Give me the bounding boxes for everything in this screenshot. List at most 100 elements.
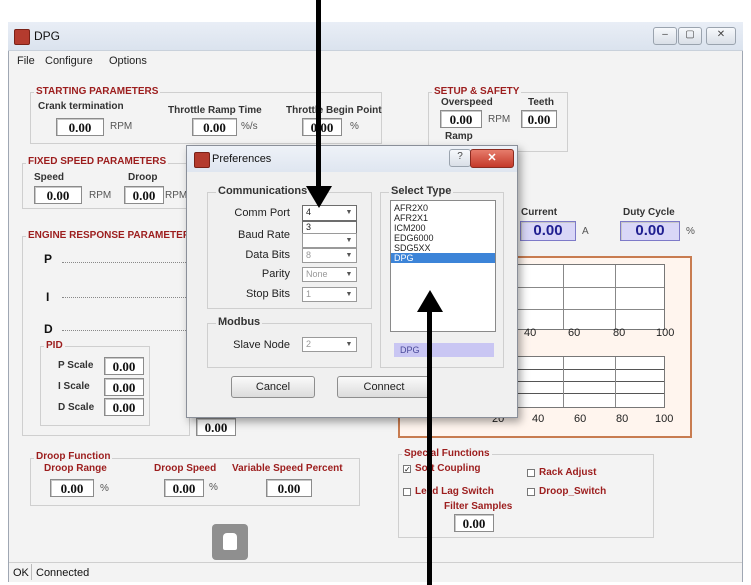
p-slider[interactable]: [62, 262, 188, 265]
i-scale-label: I Scale: [58, 381, 90, 392]
stop-bits-label: Stop Bits: [245, 288, 290, 300]
menu-options[interactable]: Options: [103, 51, 153, 71]
maximize-button[interactable]: ▢: [678, 27, 702, 45]
lower-tick: 60: [574, 413, 587, 425]
throttle-ramp-field[interactable]: 0.00: [192, 118, 237, 136]
droop-speed-unit: %: [209, 482, 218, 493]
soft-coupling-label: Soft Coupling: [415, 463, 481, 474]
fixed-speed-title: FIXED SPEED PARAMETERS: [26, 156, 169, 167]
crank-unit: RPM: [110, 121, 133, 132]
menu-file[interactable]: File: [11, 51, 41, 71]
upper-chart-grid: [510, 264, 665, 330]
status-ok: OK: [13, 567, 29, 579]
soft-coupling-checkbox[interactable]: ✓: [403, 465, 411, 474]
rack-adjust-label: Rack Adjust: [539, 467, 597, 478]
droop-field[interactable]: 0.00: [124, 186, 164, 204]
teeth-field[interactable]: 0.00: [521, 110, 557, 128]
speed-unit: RPM: [89, 190, 112, 201]
i-label: I: [46, 290, 50, 304]
d-slider[interactable]: [62, 330, 188, 333]
help-icon[interactable]: ?: [449, 149, 471, 167]
window-title: DPG: [34, 29, 61, 43]
preferences-close-button[interactable]: ✕: [470, 149, 514, 168]
list-item[interactable]: AFR2X0: [391, 203, 495, 213]
lead-lag-checkbox[interactable]: [403, 488, 411, 496]
stop-bits-select[interactable]: 1 ▼: [302, 287, 357, 302]
list-item[interactable]: ICM200: [391, 223, 495, 233]
i-slider[interactable]: [62, 297, 188, 300]
overspeed-field[interactable]: 0.00: [440, 110, 482, 128]
droop-range-unit: %: [100, 483, 109, 494]
variable-speed-field[interactable]: 0.00: [266, 479, 312, 497]
crank-termination-field[interactable]: 0.00: [56, 118, 104, 136]
status-text: Connected: [36, 567, 90, 579]
crank-termination-label: Crank termination: [38, 101, 124, 112]
slave-node-value: 2: [306, 339, 312, 349]
menu-configure[interactable]: Configure: [39, 51, 99, 71]
slave-node-select[interactable]: 2 ▼: [302, 337, 357, 352]
droop-switch-label: Droop_Switch: [539, 486, 607, 497]
extra-value-field[interactable]: 0.00: [196, 418, 236, 436]
parity-label: Parity: [261, 268, 290, 280]
engine-response-title: ENGINE RESPONSE PARAMETERS: [26, 230, 199, 241]
special-functions-title: Special Functions: [402, 448, 492, 459]
list-item[interactable]: SDG5XX: [391, 243, 495, 253]
overspeed-label: Overspeed: [441, 97, 493, 108]
current-unit: A: [582, 226, 589, 237]
upper-tick: 40: [524, 327, 537, 339]
duty-cycle-unit: %: [686, 226, 695, 237]
throttle-begin-field[interactable]: 0.00: [302, 118, 342, 136]
title-bar: DPG – ▢ ✕: [8, 22, 743, 51]
droop-speed-field[interactable]: 0.00: [164, 479, 204, 497]
overspeed-unit: RPM: [488, 114, 511, 125]
d-scale-field[interactable]: 0.00: [104, 398, 144, 416]
lower-chart-grid: [510, 356, 665, 408]
rack-adjust-checkbox[interactable]: [527, 469, 535, 477]
droop-speed-label: Droop Speed: [154, 463, 217, 474]
arrow-up-icon: [417, 290, 443, 312]
communications-title: Communications: [216, 185, 310, 197]
device-type-list[interactable]: AFR2X0 AFR2X1 ICM200 EDG6000 SDG5XX DPG: [390, 200, 496, 332]
annotation-arrow-shaft: [427, 310, 432, 585]
upper-tick: 80: [613, 327, 626, 339]
close-button[interactable]: ✕: [706, 27, 736, 45]
d-label: D: [44, 322, 53, 336]
device-icon: [223, 533, 237, 550]
cancel-button[interactable]: Cancel: [231, 376, 315, 398]
droop-range-field[interactable]: 0.00: [50, 479, 94, 497]
data-bits-select[interactable]: 8 ▼: [302, 248, 357, 263]
teeth-label: Teeth: [528, 97, 554, 108]
list-item[interactable]: AFR2X1: [391, 213, 495, 223]
droop-switch-checkbox[interactable]: [527, 488, 535, 496]
speed-field[interactable]: 0.00: [34, 186, 82, 204]
chevron-down-icon: ▼: [345, 271, 353, 278]
status-bar: OK Connected: [9, 562, 742, 582]
parity-value: None: [306, 269, 328, 279]
lower-tick: 40: [532, 413, 545, 425]
baud-rate-label: Baud Rate: [238, 229, 290, 241]
chevron-down-icon: ▼: [345, 252, 353, 259]
duty-cycle-readout: 0.00: [620, 221, 680, 241]
throttle-ramp-label: Throttle Ramp Time: [168, 105, 262, 116]
variable-speed-label: Variable Speed Percent: [232, 463, 343, 474]
chevron-down-icon: ▼: [345, 237, 353, 244]
upper-tick: 60: [568, 327, 581, 339]
connect-button[interactable]: Connect: [337, 376, 431, 398]
arrow-down-icon: [306, 186, 332, 208]
baud-rate-select[interactable]: ▼: [302, 233, 357, 248]
setup-safety-title: SETUP & SAFETY: [432, 86, 522, 97]
device-button[interactable]: [212, 524, 248, 560]
parity-select[interactable]: None ▼: [302, 267, 357, 282]
droop-function-title: Droop Function: [34, 451, 113, 462]
list-item-selected[interactable]: DPG: [391, 253, 495, 263]
d-scale-label: D Scale: [58, 402, 95, 413]
lower-tick: 100: [655, 413, 674, 425]
list-item[interactable]: EDG6000: [391, 233, 495, 243]
modbus-title: Modbus: [216, 316, 263, 328]
data-bits-value: 8: [306, 250, 312, 260]
comm-port-label: Comm Port: [234, 207, 290, 219]
i-scale-field[interactable]: 0.00: [104, 378, 144, 396]
p-scale-field[interactable]: 0.00: [104, 357, 144, 375]
minimize-button[interactable]: –: [653, 27, 677, 45]
filter-samples-field[interactable]: 0.00: [454, 514, 494, 532]
